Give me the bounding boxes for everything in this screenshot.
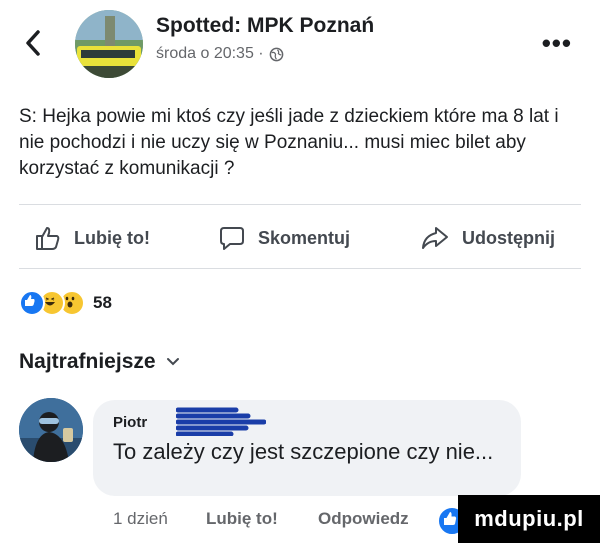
share-arrow-icon: [422, 227, 448, 249]
comment-reply-button[interactable]: Odpowiedz: [318, 509, 409, 529]
comment-text: To zależy czy jest szczepione czy nie...: [113, 439, 494, 464]
page-avatar[interactable]: [75, 10, 143, 78]
comment-time[interactable]: 1 dzień: [113, 509, 168, 529]
comment-like-button[interactable]: Lubię to!: [206, 509, 278, 529]
redaction-mark: [175, 406, 267, 437]
post-text: S: Hejka powie mi ktoś czy jeśli jade z …: [19, 106, 559, 179]
watermark-logo: mdupiu.pl: [458, 495, 600, 543]
divider: [19, 268, 581, 269]
like-reaction-icon: [19, 290, 45, 316]
share-label: Udostępnij: [462, 227, 555, 248]
back-icon[interactable]: [22, 28, 44, 58]
like-label: Lubię to!: [74, 227, 150, 248]
more-options-icon[interactable]: •••: [542, 30, 572, 56]
sort-label: Najtrafniejsze: [19, 350, 156, 373]
comment-label: Skomentuj: [258, 227, 351, 248]
thumbs-up-icon: [36, 227, 60, 250]
chevron-down-icon: [166, 358, 179, 366]
page-name[interactable]: Spotted: MPK Poznań: [156, 14, 374, 38]
reaction-summary[interactable]: 58: [19, 290, 112, 316]
comments-sort-dropdown[interactable]: Najtrafniejsze: [19, 350, 180, 374]
comment-author[interactable]: Piotr: [113, 414, 147, 431]
like-button[interactable]: Lubię to!: [34, 221, 150, 255]
comment-button[interactable]: Skomentuj: [218, 221, 350, 255]
reaction-count: 58: [93, 293, 112, 312]
comment-bubble-icon: [220, 227, 244, 250]
share-button[interactable]: Udostępnij: [420, 221, 555, 255]
post-timestamp[interactable]: środa o 20:35 ·: [156, 45, 264, 63]
divider: [19, 204, 581, 205]
watermark-text: mdupiu.pl: [474, 506, 584, 531]
globe-icon: [269, 47, 283, 61]
post-meta: środa o 20:35 ·: [156, 45, 284, 63]
commenter-avatar[interactable]: [19, 398, 83, 462]
